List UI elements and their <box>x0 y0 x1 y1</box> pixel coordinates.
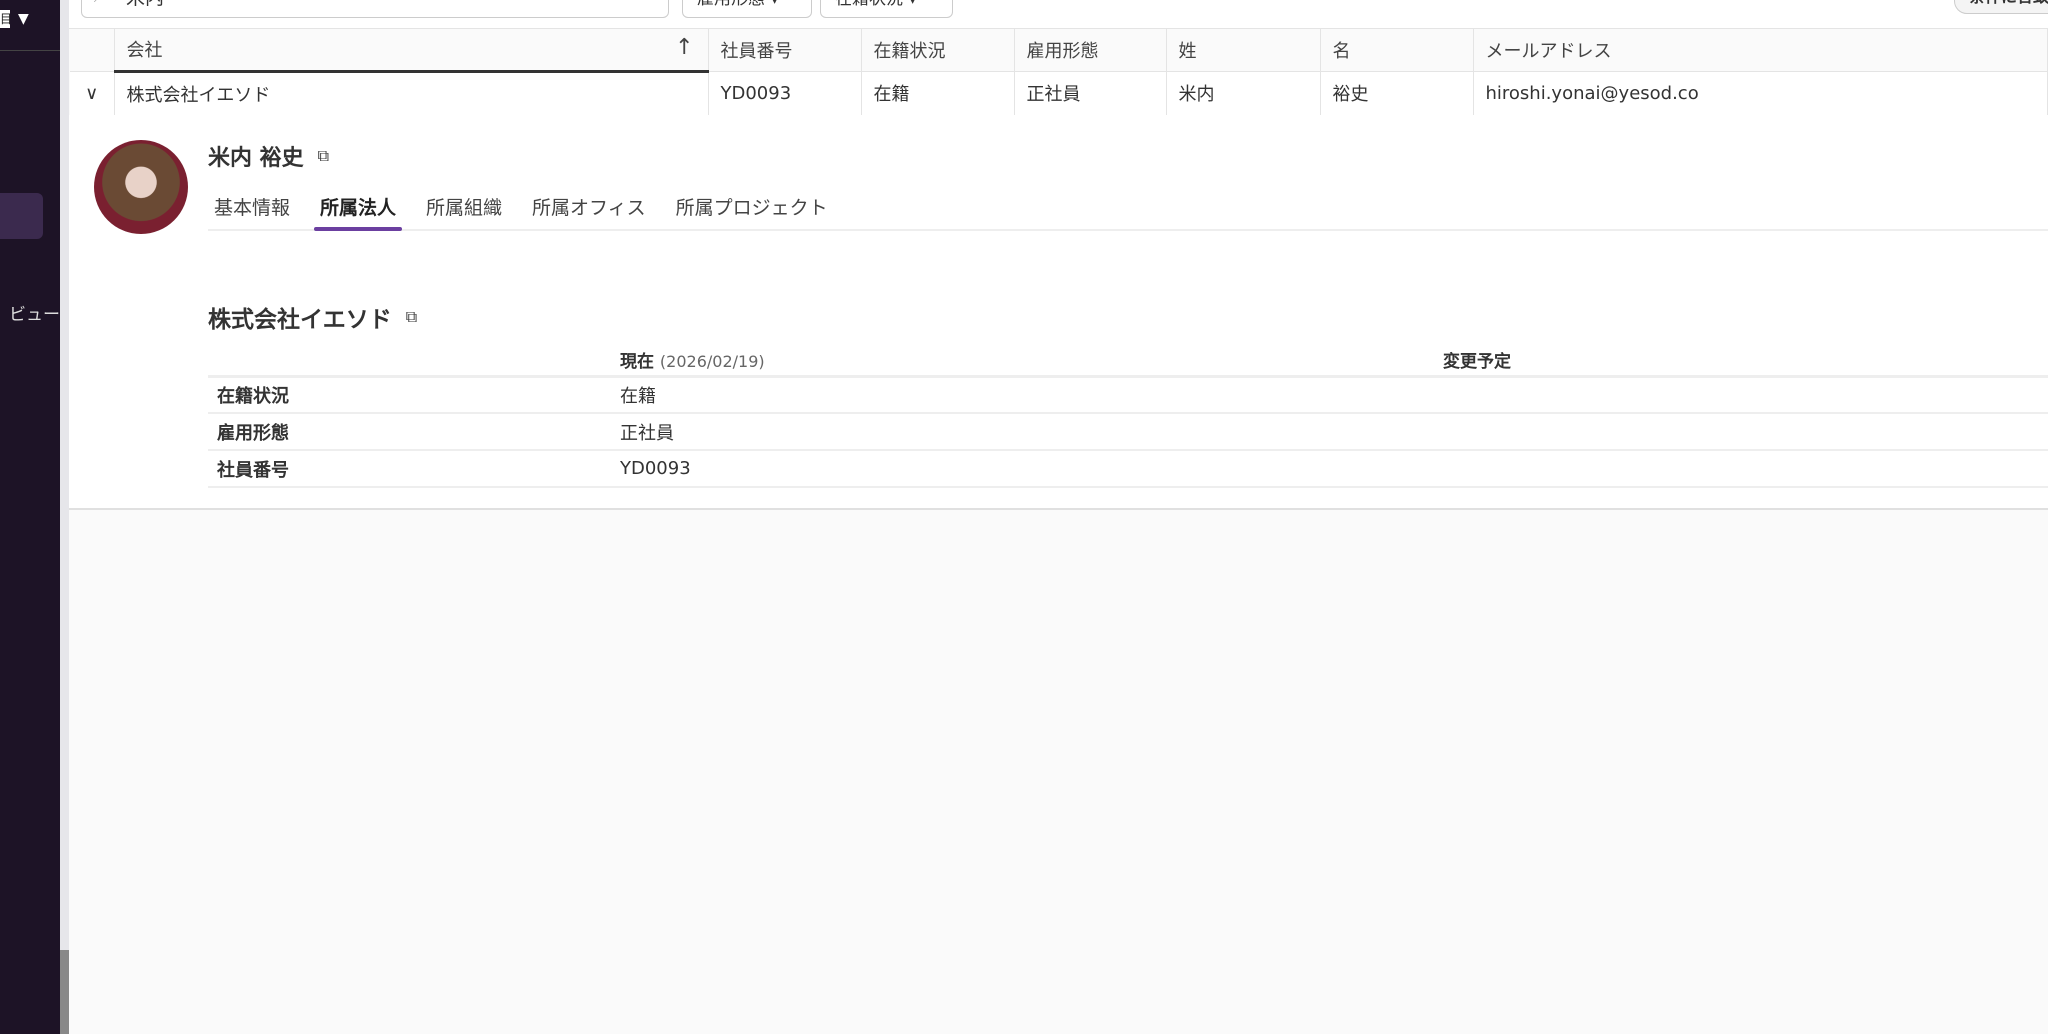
table-row[interactable]: ∨ 株式会社イエソド YD0093 在籍 正社員 米内 裕史 hiroshi.y… <box>70 71 2048 116</box>
cell-employment: 正社員 <box>1014 71 1167 116</box>
match-conditions-button[interactable]: 条件に合致 <box>1954 0 2048 14</box>
workspace-switcher[interactable]: 目 ▼ <box>0 10 29 28</box>
cell-employee-no: YD0093 <box>708 71 862 116</box>
row-label: 在籍状況 <box>208 376 620 414</box>
row-planned <box>1443 450 2048 488</box>
cell-last-name: 米内 <box>1166 71 1321 116</box>
cell-email: hiroshi.yonai@yesod.co <box>1473 71 2048 116</box>
search-icon: ⌕ <box>94 0 103 7</box>
workspace-label: 目 <box>0 10 10 28</box>
row-label: 社員番号 <box>208 450 620 488</box>
caret-down-icon: ▼ <box>18 11 29 27</box>
cell-first-name: 裕史 <box>1320 71 1474 116</box>
table-header-row: 会社 ↑ 社員番号 在籍状況 雇用形態 姓 名 メールアドレス <box>70 29 2048 73</box>
cell-status: 在籍 <box>861 71 1015 116</box>
tab-office[interactable]: 所属オフィス <box>526 189 652 229</box>
employee-detail-panel: 米内 裕史 ⧉ 基本情報 所属法人 所属組織 所属オフィス 所属プロジェクト 株… <box>69 115 2048 510</box>
avatar <box>94 140 188 234</box>
column-header-email[interactable]: メールアドレス <box>1473 29 2048 72</box>
blank-header <box>208 344 620 378</box>
employee-table: 会社 ↑ 社員番号 在籍状況 雇用形態 姓 名 メールアドレス ∨ 株式会社イエソ… <box>70 29 2048 116</box>
copy-icon[interactable]: ⧉ <box>318 146 329 166</box>
row-current: 正社員 <box>620 413 1443 451</box>
cell-company: 株式会社イエソド <box>114 71 709 116</box>
sort-ascending-icon[interactable]: ↑ <box>675 35 693 60</box>
copy-icon[interactable]: ⧉ <box>406 307 417 327</box>
row-planned <box>1443 413 2048 451</box>
row-planned <box>1443 376 2048 414</box>
column-header-employee-no[interactable]: 社員番号 <box>708 29 862 72</box>
column-header-last-name[interactable]: 姓 <box>1166 29 1321 72</box>
current-header: 現在 (2026/02/19) <box>620 344 1443 378</box>
clear-icon[interactable]: ✕ <box>643 0 658 4</box>
header-label: 会社 <box>126 40 163 62</box>
dropdown-label: 雇用形態 <box>697 0 765 9</box>
row-current: YD0093 <box>620 450 1443 488</box>
affiliation-row: 雇用形態 正社員 <box>208 413 2048 451</box>
column-header-employment[interactable]: 雇用形態 <box>1014 29 1167 72</box>
affiliation-header: 現在 (2026/02/19) 変更予定 <box>208 344 2048 378</box>
status-filter-dropdown[interactable]: 在籍状況 ▾ <box>820 0 953 18</box>
row-current: 在籍 <box>620 376 1443 414</box>
collapse-row-chevron-icon[interactable]: ∨ <box>70 71 115 116</box>
employee-name: 米内 裕史 ⧉ <box>208 140 329 172</box>
tab-organization[interactable]: 所属組織 <box>420 189 508 229</box>
column-header-company[interactable]: 会社 ↑ <box>114 29 709 73</box>
sidebar-item-view[interactable]: ビュー <box>0 300 60 325</box>
company-name: 株式会社イエソド <box>208 307 392 333</box>
expand-column-header <box>70 29 115 72</box>
current-date: (2026/02/19) <box>659 351 765 371</box>
row-label: 雇用形態 <box>208 413 620 451</box>
tab-project[interactable]: 所属プロジェクト <box>670 189 834 229</box>
divider <box>0 50 60 51</box>
current-label: 現在 <box>620 351 654 372</box>
planned-header: 変更予定 <box>1443 344 2048 378</box>
detail-tabs: 基本情報 所属法人 所属組織 所属オフィス 所属プロジェクト <box>208 189 2048 231</box>
scrollbar-track[interactable] <box>60 0 69 1034</box>
sidebar: 目 ▼ ビュー <box>0 0 60 1034</box>
column-header-first-name[interactable]: 名 <box>1320 29 1474 72</box>
column-header-status[interactable]: 在籍状況 <box>861 29 1015 72</box>
search-value: 米内 <box>126 0 164 10</box>
affiliation-row: 在籍状況 在籍 <box>208 376 2048 414</box>
tab-affiliated-company[interactable]: 所属法人 <box>314 189 403 231</box>
scrollbar-thumb[interactable] <box>60 950 69 1034</box>
dropdown-label: 在籍状況 <box>835 0 903 9</box>
tab-basic-info[interactable]: 基本情報 <box>208 189 296 229</box>
affiliation-table: 現在 (2026/02/19) 変更予定 在籍状況 在籍 雇用形態 正社員 社員番号… <box>208 344 2048 488</box>
sidebar-item-selected[interactable] <box>0 193 43 239</box>
filter-bar: ⌕ 米内 ✕ 雇用形態 ▾ 在籍状況 ▾ 条件に合致 <box>69 0 2048 29</box>
employment-filter-dropdown[interactable]: 雇用形態 ▾ <box>682 0 812 18</box>
affiliation-row: 社員番号 YD0093 <box>208 450 2048 488</box>
search-input[interactable]: ⌕ 米内 ✕ <box>81 0 669 18</box>
name-text: 米内 裕史 <box>208 146 304 171</box>
company-heading: 株式会社イエソド ⧉ <box>208 300 417 334</box>
